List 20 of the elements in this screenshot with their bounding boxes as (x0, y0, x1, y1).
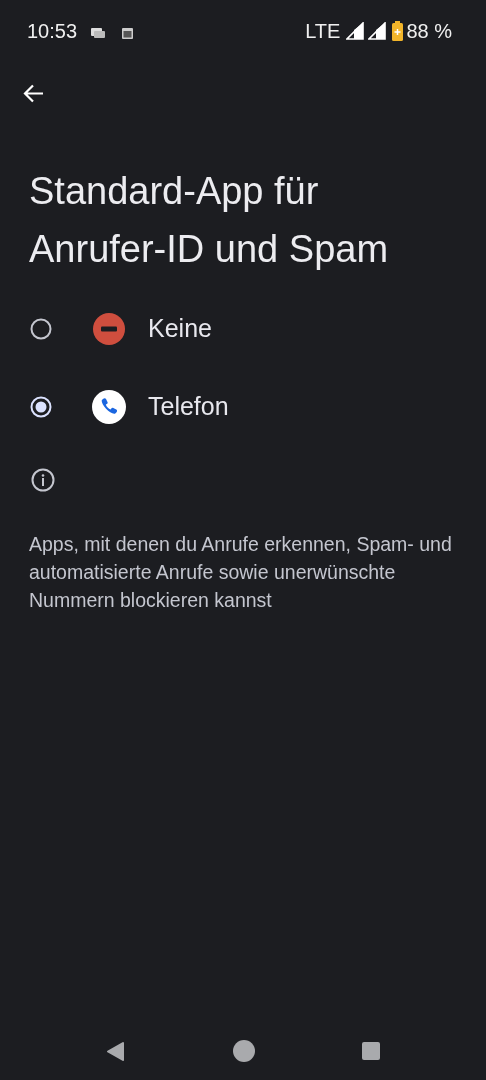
description-text: Apps, mit denen du Anrufe erkennen, Spam- und automatisierte Anrufe sowie unerwünschte Nummern blockieren kannst (29, 532, 453, 613)
radio-button[interactable] (30, 318, 52, 340)
back-icon[interactable] (106, 1040, 125, 1062)
battery-label: 88 % (406, 19, 452, 44)
radio-button[interactable] (30, 396, 52, 418)
page-title: Standard-App für Anrufer-ID und Spam (29, 169, 390, 272)
home-icon[interactable] (232, 1040, 255, 1062)
network-label: LTE (305, 19, 341, 44)
phone-icon (92, 390, 126, 424)
clock: 10:53 (27, 19, 78, 44)
calendar-icon (122, 26, 134, 39)
signal-icon (346, 22, 365, 40)
block-icon (92, 312, 126, 346)
battery-icon (392, 21, 404, 41)
info-icon (31, 467, 55, 492)
back-arrow-icon[interactable] (23, 84, 44, 104)
radio-option[interactable]: Telefon (0, 368, 486, 446)
radio-option[interactable]: Keine (0, 290, 486, 368)
message-icon (91, 26, 106, 39)
signal-icon (368, 22, 387, 40)
